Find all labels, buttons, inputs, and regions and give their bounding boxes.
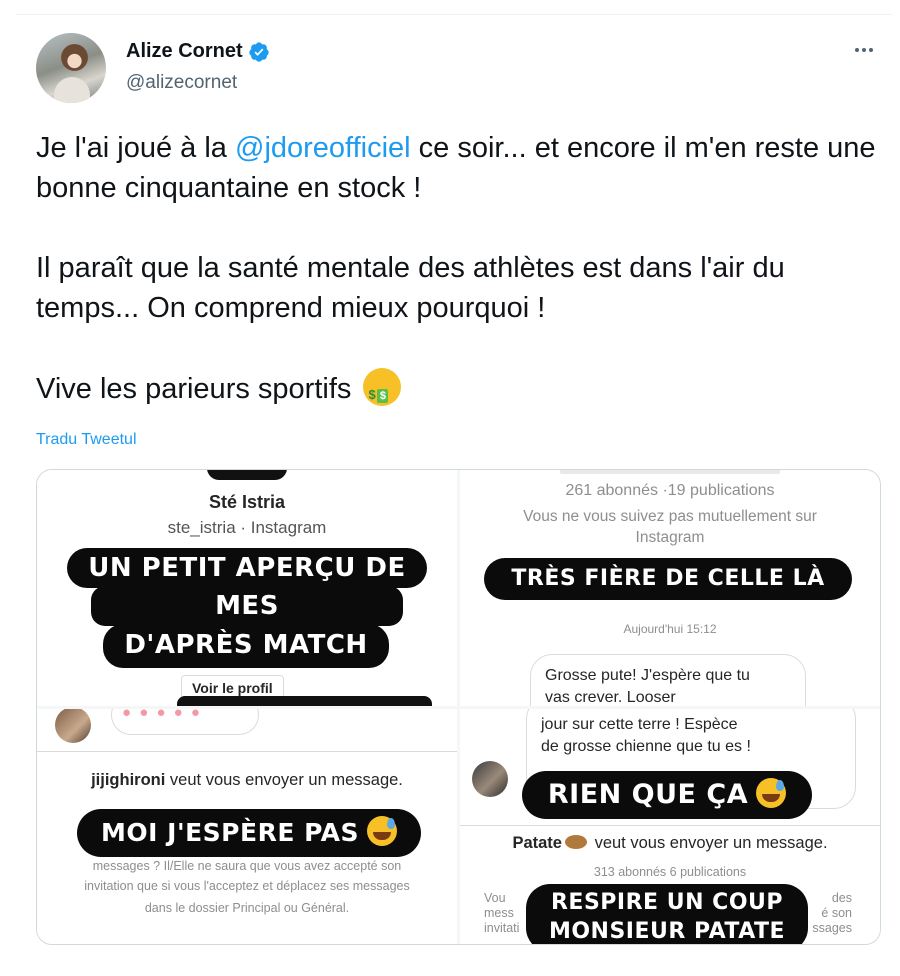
separator: [37, 751, 457, 752]
message-line: Grosse pute! J'espère que tu: [545, 667, 750, 684]
potato-emoji-icon: [564, 835, 587, 849]
mention-link[interactable]: @jdoreofficiel: [235, 132, 411, 164]
ig-profile-name: Sté Istria: [208, 492, 286, 512]
message-line: jour sur cette terre ! Espèce: [541, 716, 738, 733]
request-note-1: messages ? Il/Elle ne saura que vous ave…: [92, 859, 402, 873]
request-note-2: invitation que si vous l'acceptez et dép…: [84, 879, 410, 893]
note-fragment: des: [831, 891, 852, 905]
overlay-caption: MOI J'ESPÈRE PAS: [77, 809, 421, 857]
request-text: veut vous envoyer un message.: [165, 771, 403, 789]
pig-emoji-row: ● ● ● ● ●: [122, 709, 202, 721]
grinning-face-with-sweat-emoji-icon: [367, 816, 397, 846]
overlay-caption-text: RIEN QUE ÇA: [547, 779, 749, 810]
ig-follow-note-1: Vous ne vous suivez pas mutuellement sur: [523, 508, 817, 525]
message-line: vas crever. Looser: [545, 689, 676, 706]
ig-stats: 313 abonnés 6 publications: [593, 865, 747, 879]
overlay-caption-line-1: UN PETIT APERÇU DE: [67, 548, 427, 588]
note-fragment: mess: [484, 906, 514, 920]
note-fragment: Vou: [484, 891, 506, 905]
tweet-text-part: Je l'ai joué à la: [36, 132, 235, 164]
media-image-1[interactable]: Sté Istria ste_istria · Instagram UN PET…: [37, 470, 457, 706]
overlay-caption-top: RIEN QUE ÇA: [522, 771, 812, 819]
overlay-caption-line-1: RESPIRE UN COUP: [550, 890, 784, 915]
profile-photo-edge: [207, 470, 287, 480]
ig-profile-sub: ste_istria · Instagram: [167, 518, 327, 537]
tweet-text-part: Vive les parieurs sportifs: [36, 373, 352, 405]
media-image-4[interactable]: jour sur cette terre ! Espèce de grosse …: [460, 709, 880, 944]
note-fragment: invitati: [484, 921, 520, 935]
note-fragment: é son: [821, 906, 852, 920]
message-timestamp: Aujourd'hui 15:12: [623, 622, 717, 636]
author-handle[interactable]: @alizecornet: [126, 72, 237, 94]
author-avatar[interactable]: [36, 33, 106, 103]
overlay-caption-line-2: MONSIEUR PATATE: [548, 919, 786, 944]
overlay-fragment: [177, 696, 432, 706]
media-grid[interactable]: Sté Istria ste_istria · Instagram UN PET…: [36, 469, 881, 945]
request-text: veut vous envoyer un message.: [589, 834, 828, 852]
verified-badge-icon: [249, 41, 269, 62]
message-request: jijighironi veut vous envoyer un message…: [37, 771, 457, 790]
reaction-bubble: ● ● ● ● ●: [111, 709, 259, 735]
sender-avatar: [55, 709, 91, 743]
overlay-caption-bottom: RESPIRE UN COUP MONSIEUR PATATE: [526, 884, 808, 944]
note-fragment: ssages: [812, 921, 852, 935]
tweet-paragraph-3: Vive les parieurs sportifs: [36, 368, 876, 415]
money-mouth-face-emoji-icon: [363, 368, 402, 415]
sender-avatar: [472, 761, 508, 797]
author-name-row[interactable]: Alize Cornet: [126, 40, 270, 63]
more-options-icon[interactable]: [846, 36, 882, 64]
overlay-caption-line-2: MES COMMENTAIRES: [91, 586, 403, 661]
tweet-text: Je l'ai joué à la @jdoreofficiel ce soir…: [36, 128, 876, 415]
message-bubble: Grosse pute! J'espère que tu vas crever.…: [530, 654, 806, 706]
request-note-3: dans le dossier Principal ou Général.: [144, 901, 350, 915]
tweet-paragraph-2: Il paraît que la santé mentale des athlè…: [36, 252, 785, 324]
overlay-caption-text: MOI J'ESPÈRE PAS: [101, 818, 359, 847]
overlay-caption-line-3: D'APRÈS MATCH: [103, 624, 389, 668]
top-divider: [16, 14, 892, 15]
ig-follow-note-2: Instagram: [635, 529, 705, 546]
media-image-2[interactable]: 261 abonnés ·19 publications Vous ne vou…: [460, 470, 880, 706]
message-line: de grosse chienne que tu es !: [541, 738, 751, 755]
request-username: jijighironi: [91, 771, 166, 789]
translate-tweet-link[interactable]: Tradu Tweetul: [36, 431, 137, 449]
separator: [460, 825, 880, 826]
overlay-caption: TRÈS FIÈRE DE CELLE LÀ: [484, 558, 852, 600]
author-name[interactable]: Alize Cornet: [126, 40, 243, 63]
request-username: Patate: [512, 834, 562, 852]
ig-stats: 261 abonnés ·19 publications: [565, 482, 775, 499]
message-request: Patate veut vous envoyer un message.: [460, 834, 880, 853]
media-image-3[interactable]: ● ● ● ● ● jijighironi veut vous envoyer …: [37, 709, 457, 944]
request-note-left: Vou mess invitati: [484, 891, 519, 936]
request-note-right: des é son ssages: [812, 891, 852, 936]
cropped-header: [560, 470, 780, 474]
grinning-face-with-sweat-emoji-icon: [756, 778, 787, 808]
tweet-paragraph-1: Je l'ai joué à la @jdoreofficiel ce soir…: [36, 128, 876, 208]
